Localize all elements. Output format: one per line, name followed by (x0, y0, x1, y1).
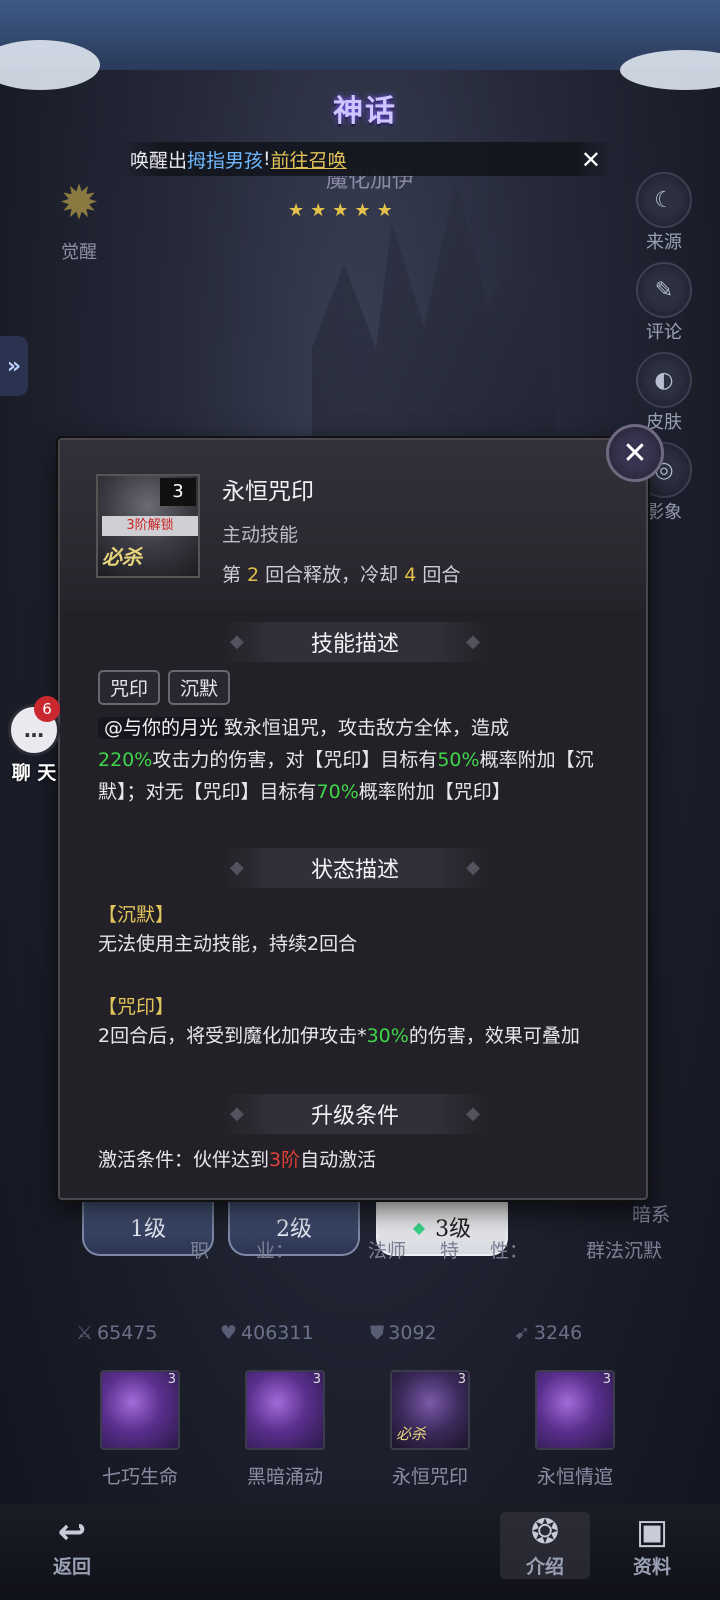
trait-value: 群法沉默 (586, 1240, 663, 1262)
level-tab-label: 1级 (130, 1217, 166, 1242)
skill-thumb-1[interactable]: 3 (100, 1370, 180, 1450)
chat-mention: @与你的月光 (98, 717, 225, 739)
book-icon: ▣ (635, 1512, 669, 1552)
source-label: 来源 (646, 232, 682, 253)
star-rating: ★ ★ ★ ★ ★ (288, 200, 428, 221)
comment-label: 评论 (646, 322, 682, 343)
job-label: 职 (190, 1240, 210, 1262)
expand-left-icon[interactable]: » (0, 336, 28, 396)
ult-mark: 必杀 (396, 1425, 427, 1443)
skill-icon: 3 3阶解锁 必杀 (96, 474, 200, 578)
star-icon: ★ (288, 200, 305, 221)
hp-value: 406311 (241, 1322, 314, 1344)
star-icon: ★ (354, 200, 371, 221)
unlock-label: 3阶解锁 (102, 516, 198, 536)
skill-title: 永恒咒印 (222, 479, 314, 505)
skill-tags: 咒印 沉默 (98, 670, 231, 705)
skill-level: 3 (167, 1372, 176, 1387)
awaken-emblem-icon: ✹ (58, 175, 100, 231)
status-text-curse: 2回合后，将受到魔化加伊攻击*30%的伤害，效果可叠加 (98, 1025, 580, 1047)
cooldown-rounds: 4 (404, 564, 417, 586)
defense-stat: ⛊ 3092 (370, 1322, 437, 1344)
intro-icon: ❂ (530, 1512, 560, 1552)
skill-level: 3 (602, 1372, 611, 1387)
upgrade-condition: 激活条件：伙伴达到3阶自动激活 (98, 1149, 377, 1171)
attack-stat: ⚔ 65475 (76, 1322, 158, 1344)
star-icon: ★ (376, 200, 393, 221)
trait-label: 特 (440, 1240, 460, 1262)
rarity-badge: 神话 (333, 94, 397, 129)
skill-level: 3 (457, 1372, 466, 1387)
tag-curse: 咒印 (98, 670, 161, 705)
notice-prefix: 唤醒出 (130, 149, 188, 172)
comment-button[interactable]: ✎ 评论 (632, 262, 696, 344)
defense-value: 3092 (388, 1322, 437, 1344)
skill-cooldown: 第 2 回合释放，冷却 4 回合 (222, 564, 461, 586)
trait-colon: 性： (490, 1240, 529, 1262)
skin-icon: ◐ (636, 352, 692, 408)
source-icon: ☾ (636, 172, 692, 228)
section-status-description: 状态描述 (220, 848, 490, 888)
skill-name-4: 永恒情逭 (536, 1466, 613, 1488)
job-value: 法师 (368, 1240, 407, 1262)
section-skill-description: 技能描述 (220, 622, 490, 662)
intro-tab[interactable]: ❂ 介绍 (500, 1512, 590, 1579)
skill-name-1: 七巧生命 (101, 1466, 178, 1488)
speed-icon: ➹ (514, 1322, 530, 1344)
back-icon: ↩ (57, 1512, 87, 1552)
chat-unread-badge: 6 (34, 696, 60, 722)
gem-icon: ◆ (412, 1217, 426, 1237)
awaken-button[interactable]: ✹ 觉醒 (34, 168, 124, 264)
release-round: 2 (247, 564, 260, 586)
heart-icon: ♥ (220, 1322, 238, 1344)
skill-level-badge: 3 (160, 478, 196, 506)
skill-detail-popup: 3 3阶解锁 必杀 永恒咒印 主动技能 第 2 回合释放，冷却 4 回合 ✕ 技… (58, 424, 664, 1200)
skill-level: 3 (312, 1372, 321, 1387)
shield-icon: ⛊ (370, 1322, 385, 1344)
skill-name-3: 永恒咒印 (391, 1466, 468, 1488)
notice-mark: ! (263, 148, 271, 170)
hp-stat: ♥ 406311 (220, 1322, 314, 1344)
star-icon: ★ (310, 200, 327, 221)
notice-close-icon[interactable]: ✕ (581, 146, 601, 174)
speed-value: 3246 (533, 1322, 583, 1344)
status-name-silence: 【沉默】 (98, 904, 175, 926)
status-text-silence: 无法使用主动技能，持续2回合 (98, 933, 358, 955)
close-icon[interactable]: ✕ (606, 424, 664, 482)
speed-stat: ➹ 3246 (514, 1322, 582, 1344)
section-upgrade-condition: 升级条件 (220, 1094, 490, 1134)
attack-icon: ⚔ (76, 1322, 94, 1344)
skill-thumb-2[interactable]: 3 (245, 1370, 325, 1450)
comment-icon: ✎ (636, 262, 692, 318)
job-colon: 业： (256, 1240, 295, 1262)
go-summon-link[interactable]: 前往召唤 (271, 146, 347, 173)
element-value: 暗系 (632, 1204, 671, 1226)
skill-thumb-3[interactable]: 3 必杀 (390, 1370, 470, 1450)
intro-label: 介绍 (525, 1556, 564, 1578)
sky-banner (0, 0, 720, 90)
chat-label: 聊 天 (11, 762, 57, 784)
skill-type: 主动技能 (222, 524, 299, 546)
attack-value: 65475 (97, 1322, 158, 1344)
skill-description: @与你的月光 致永恒诅咒，攻击敌方全体，造成 220%攻击力的伤害，对【咒印】目标… (98, 717, 594, 803)
source-button[interactable]: ☾ 来源 (632, 172, 696, 254)
status-name-curse: 【咒印】 (98, 996, 175, 1018)
ult-label: 必杀 (102, 545, 142, 569)
notice-hero: 拇指男孩 (187, 149, 264, 172)
star-icon: ★ (332, 200, 349, 221)
data-label: 资料 (632, 1556, 671, 1578)
skin-button[interactable]: ◐ 皮肤 (632, 352, 696, 434)
back-label: 返回 (52, 1556, 91, 1578)
data-tab[interactable]: ▣ 资料 (612, 1512, 692, 1579)
skill-thumb-4[interactable]: 3 (535, 1370, 615, 1450)
skill-name-2: 黑暗涌动 (246, 1466, 323, 1488)
back-button[interactable]: ↩ 返回 (32, 1512, 112, 1579)
tag-silence: 沉默 (168, 670, 231, 705)
chat-button[interactable]: … 6 聊 天 (4, 696, 64, 785)
summon-notice: 唤醒出 拇指男孩 ! 前往召唤 ✕ (120, 142, 615, 176)
awaken-label: 觉醒 (61, 242, 97, 263)
